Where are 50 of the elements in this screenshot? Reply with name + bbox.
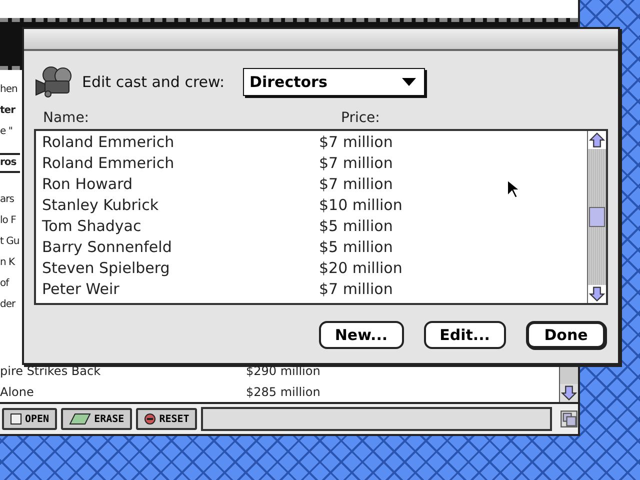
price-text: $10 million: [319, 196, 402, 214]
movie-title-text: hen: [0, 83, 18, 97]
price-text: $7 million: [319, 174, 393, 192]
movie-title-text: n K: [0, 256, 16, 270]
price-text: $7 million: [319, 132, 393, 150]
name-text[interactable]: Roland Emmerich: [42, 132, 319, 150]
price-text: $5 million: [319, 238, 393, 256]
stop-icon: [144, 413, 156, 425]
edit-cast-label: Edit cast and crew:: [82, 73, 225, 91]
scroll-up-arrow-icon[interactable]: [588, 131, 606, 149]
scroll-down-arrow-icon[interactable]: [588, 285, 606, 303]
toolbar-button[interactable]: RESET: [136, 408, 198, 430]
gross-text: $285 million: [246, 384, 320, 398]
scroll-bar[interactable]: [587, 131, 606, 303]
movie-title-text: ars: [0, 193, 15, 207]
dialog-button[interactable]: Done: [526, 321, 606, 349]
movie-title-text: e ": [0, 125, 14, 139]
name-text[interactable]: Stanley Kubrick: [42, 196, 319, 214]
dropdown-arrow-icon: [402, 78, 416, 86]
name-text[interactable]: Ron Howard: [42, 174, 319, 192]
toolbar-button[interactable]: ERASE: [61, 408, 132, 430]
price-text: $7 million: [319, 280, 393, 298]
scroll-down-arrow-icon[interactable]: [560, 384, 578, 402]
name-text[interactable]: Barry Sonnenfeld: [42, 238, 319, 256]
category-dropdown[interactable]: Directors: [242, 68, 425, 96]
movie-title-text: der: [0, 298, 17, 312]
price-text: $20 million: [319, 258, 402, 276]
movie-camera-icon: [34, 65, 74, 99]
mouse-pointer-icon: [506, 179, 520, 199]
name-text[interactable]: Peter Weir: [42, 280, 319, 298]
dialog-button[interactable]: Edit...: [424, 321, 506, 349]
movie-title-text: t Gu: [0, 235, 20, 249]
name-text[interactable]: Roland Emmerich: [42, 154, 319, 172]
eraser-icon: [69, 413, 92, 425]
toolbar-button[interactable]: OPEN: [2, 408, 58, 430]
page-icon: [10, 413, 22, 425]
movie-title-text: of: [0, 277, 10, 291]
dialog-button[interactable]: New...: [318, 321, 404, 349]
price-text: $7 million: [319, 154, 393, 172]
movie-title-text: Alone: [0, 384, 35, 398]
scroll-thumb[interactable]: [589, 207, 605, 227]
column-header: Price:: [341, 110, 380, 126]
movie-title-text: lo F: [0, 214, 17, 228]
resize-box-icon[interactable]: [560, 410, 578, 428]
movie-title-text: ter: [0, 104, 16, 118]
name-text[interactable]: Tom Shadyac: [42, 216, 319, 234]
column-header: Name:: [42, 110, 90, 126]
movie-title-text: ros: [0, 153, 20, 173]
price-text: $5 million: [319, 216, 393, 234]
name-text[interactable]: Steven Spielberg: [42, 258, 319, 276]
